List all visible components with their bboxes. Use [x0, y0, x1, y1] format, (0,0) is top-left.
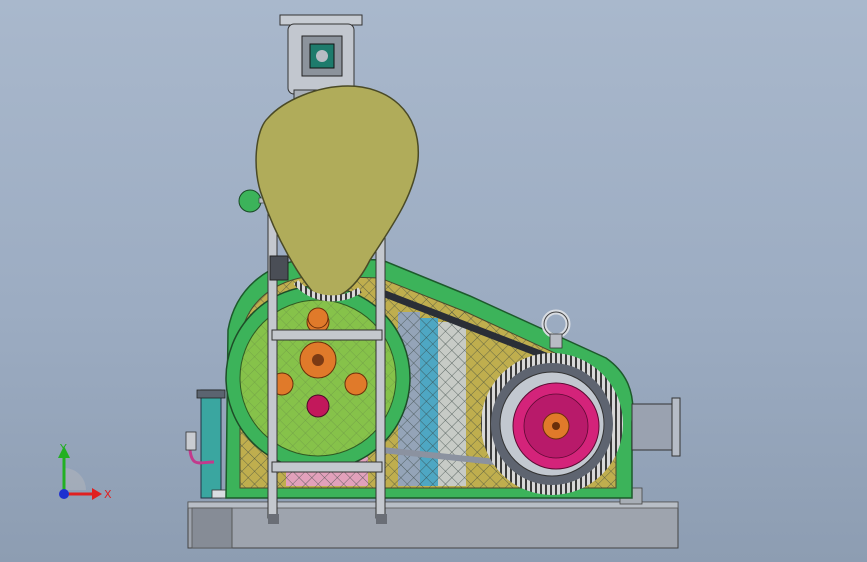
x-axis-head [92, 488, 102, 500]
triad-plane [64, 468, 86, 490]
y-axis-label: Y [59, 442, 67, 455]
outlet-duct[interactable] [631, 397, 681, 457]
x-axis-label: X [104, 488, 112, 501]
z-axis-dot [59, 489, 69, 499]
small-pulley[interactable] [481, 353, 623, 495]
pellet-mill-assembly-model[interactable] [0, 0, 867, 562]
cad-viewport[interactable]: Y X [0, 0, 867, 562]
coordinate-triad[interactable]: Y X [44, 436, 124, 516]
